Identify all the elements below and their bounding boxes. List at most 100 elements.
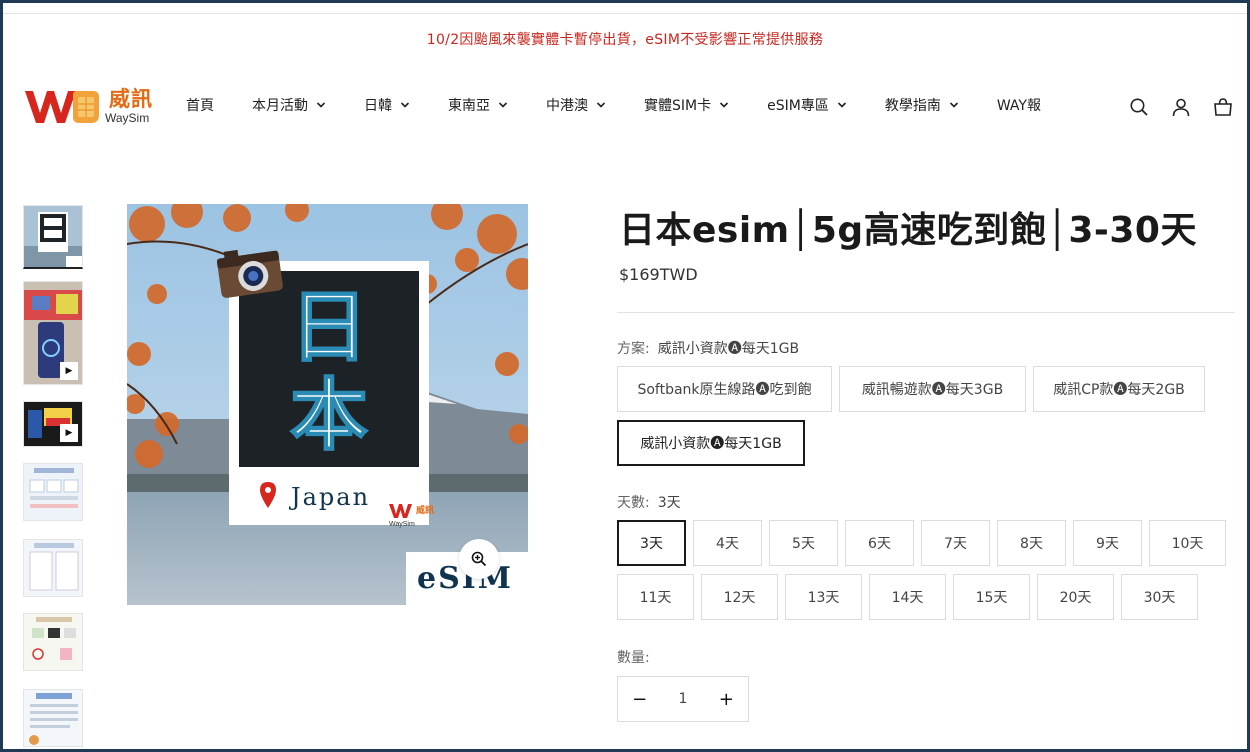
waysim-logo-icon xyxy=(25,91,99,123)
plan-option-travel[interactable]: 威訊暢遊款🅐每天3GB xyxy=(839,366,1026,412)
nav-label: eSIM專區 xyxy=(767,98,829,114)
nav-monthly-events[interactable]: 本月活動 xyxy=(252,95,326,115)
chevron-down-icon xyxy=(400,102,410,108)
days-option-5[interactable]: 5天 xyxy=(769,520,838,566)
thumbnail-2[interactable]: ▶ xyxy=(23,281,83,385)
main-nav: 首頁 本月活動 日韓 東南亞 中港澳 實體SIM卡 eSIM專區 教學指南 WA… xyxy=(186,95,1041,115)
option-label: 9天 xyxy=(1096,536,1119,552)
chevron-down-icon xyxy=(596,102,606,108)
thumbnail-japan-cover-image xyxy=(24,206,82,267)
nav-label: 教學指南 xyxy=(884,98,941,114)
days-selected-value: 3天 xyxy=(657,495,681,511)
thumbnail-notice-image xyxy=(24,614,82,670)
days-option-9[interactable]: 9天 xyxy=(1073,520,1142,566)
nav-label: 中港澳 xyxy=(546,98,588,114)
top-rule xyxy=(3,13,1247,14)
days-option-14[interactable]: 14天 xyxy=(869,574,946,620)
days-option-12[interactable]: 12天 xyxy=(701,574,778,620)
badge-sub-text: WaySim xyxy=(389,521,415,528)
product-price: $169TWD xyxy=(619,265,698,284)
zoom-button[interactable] xyxy=(459,539,499,579)
nav-label: WAY報 xyxy=(996,98,1041,114)
chevron-down-icon xyxy=(837,102,846,108)
nav-physical-sim[interactable]: 實體SIM卡 xyxy=(644,95,729,115)
option-label: 10天 xyxy=(1171,536,1204,552)
nav-label: 首頁 xyxy=(186,98,214,114)
days-option-11[interactable]: 11天 xyxy=(617,574,694,620)
nav-label: 東南亞 xyxy=(448,98,490,114)
thumbnail-5[interactable] xyxy=(23,539,83,597)
plan-option-cp[interactable]: 威訊CP款🅐每天2GB xyxy=(1033,366,1205,412)
quantity-value[interactable]: 1 xyxy=(661,691,704,707)
chevron-down-icon xyxy=(498,102,508,108)
product-title: 日本esim│5g高速吃到飽│3-30天 xyxy=(619,210,1197,251)
logo[interactable]: 威訊 WaySim xyxy=(23,81,153,127)
zoom-in-icon xyxy=(471,551,487,567)
quantity-label: 數量: xyxy=(617,650,650,666)
option-label: 3天 xyxy=(640,536,663,552)
divider xyxy=(617,312,1235,313)
hero-char-1: 日 xyxy=(290,282,368,373)
thumbnail-6[interactable] xyxy=(23,613,83,671)
logo-brand-text: 威訊 xyxy=(109,86,153,111)
days-option-3[interactable]: 3天 xyxy=(617,520,686,566)
hero-place: Japan xyxy=(288,483,370,511)
logo-sub-text: WaySim xyxy=(105,111,150,125)
play-icon: ▶ xyxy=(60,424,78,442)
plan-selected-value: 威訊小資款🅐每天1GB xyxy=(657,341,800,357)
thumbnail-install-steps-image xyxy=(24,540,82,596)
days-option-6[interactable]: 6天 xyxy=(845,520,914,566)
thumbnail-4[interactable] xyxy=(23,463,83,521)
option-label: 6天 xyxy=(868,536,891,552)
option-label: 威訊CP款🅐每天2GB xyxy=(1053,382,1185,398)
plan-option-basic[interactable]: 威訊小資款🅐每天1GB xyxy=(617,420,805,466)
thumbnail-1[interactable] xyxy=(23,205,83,269)
days-option-20[interactable]: 20天 xyxy=(1037,574,1114,620)
hero-char-2: 本 xyxy=(290,370,368,461)
header-actions xyxy=(1129,97,1233,117)
days-option-10[interactable]: 10天 xyxy=(1149,520,1226,566)
plan-option-softbank[interactable]: Softbank原生線路🅐吃到飽 xyxy=(617,366,832,412)
chevron-down-icon xyxy=(316,102,326,108)
nav-home[interactable]: 首頁 xyxy=(186,95,214,115)
days-option-7[interactable]: 7天 xyxy=(921,520,990,566)
account-icon[interactable] xyxy=(1171,97,1191,117)
quantity-increase-button[interactable]: + xyxy=(705,677,748,721)
site-header: 威訊 WaySim 首頁 本月活動 日韓 東南亞 中港澳 實體SIM卡 eSIM… xyxy=(3,75,1247,135)
nav-esim-zone[interactable]: eSIM專區 xyxy=(767,95,847,115)
option-label: 15天 xyxy=(975,590,1008,606)
nav-way-news[interactable]: WAY報 xyxy=(997,95,1041,115)
days-option-8[interactable]: 8天 xyxy=(997,520,1066,566)
days-label: 天數: 3天 xyxy=(617,492,681,512)
option-label: 5天 xyxy=(792,536,815,552)
announcement-bar[interactable]: 10/2因颱風來襲實體卡暫停出貨，eSIM不受影響正常提供服務 xyxy=(3,29,1247,49)
play-icon: ▶ xyxy=(60,362,78,380)
thumbnail-3[interactable]: ▶ xyxy=(23,401,83,447)
nav-label: 實體SIM卡 xyxy=(644,98,712,114)
days-option-15[interactable]: 15天 xyxy=(953,574,1030,620)
thumbnail-7[interactable] xyxy=(23,689,83,747)
option-label: 30天 xyxy=(1143,590,1176,606)
days-option-30[interactable]: 30天 xyxy=(1121,574,1198,620)
option-label: 13天 xyxy=(807,590,840,606)
nav-southeast-asia[interactable]: 東南亞 xyxy=(448,95,508,115)
days-option-13[interactable]: 13天 xyxy=(785,574,862,620)
option-label: 4天 xyxy=(716,536,739,552)
nav-japan-korea[interactable]: 日韓 xyxy=(364,95,410,115)
nav-china-hk-macau[interactable]: 中港澳 xyxy=(546,95,606,115)
nav-label: 日韓 xyxy=(364,98,392,114)
search-icon[interactable] xyxy=(1129,97,1149,117)
cart-icon[interactable] xyxy=(1213,97,1233,117)
option-label: 11天 xyxy=(639,590,672,606)
nav-label: 本月活動 xyxy=(252,98,308,114)
days-option-4[interactable]: 4天 xyxy=(693,520,762,566)
nav-guides[interactable]: 教學指南 xyxy=(885,95,959,115)
option-label: 12天 xyxy=(723,590,756,606)
thumbnail-info-table-image xyxy=(24,464,82,520)
quantity-decrease-button[interactable]: − xyxy=(618,677,661,721)
option-label: Softbank原生線路🅐吃到飽 xyxy=(637,382,812,398)
quantity-stepper: − 1 + xyxy=(617,676,749,722)
thumbnail-faq-image xyxy=(24,690,82,746)
option-label: 7天 xyxy=(944,536,967,552)
option-label: 威訊小資款🅐每天1GB xyxy=(640,436,782,452)
